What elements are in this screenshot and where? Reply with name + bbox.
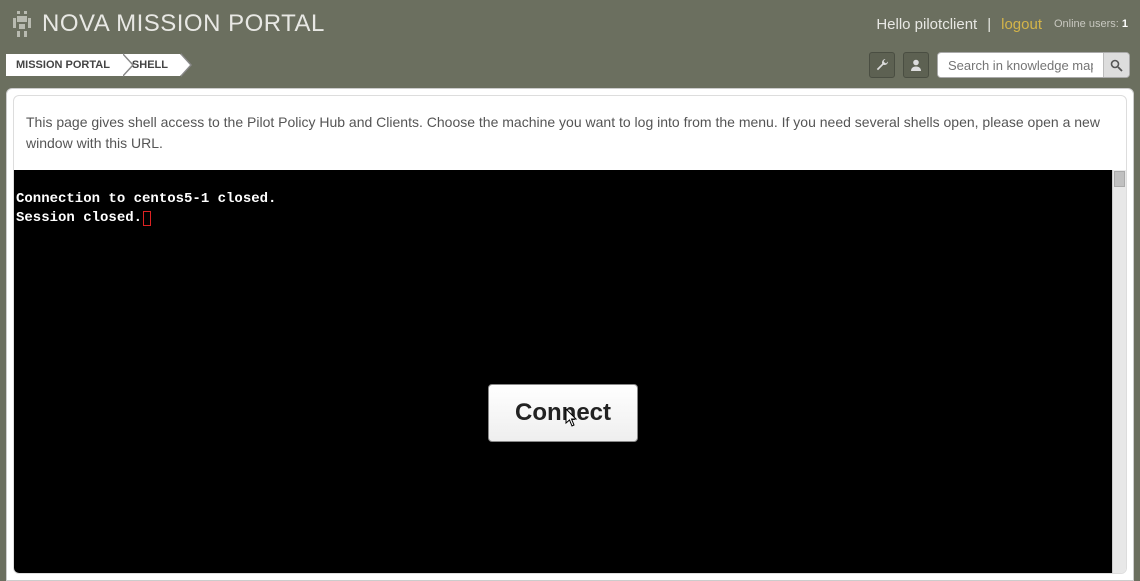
search-button[interactable] — [1103, 52, 1129, 78]
search-icon — [1110, 59, 1123, 72]
greeting-text: Hello pilotclient — [876, 16, 977, 33]
header: NOVA MISSION PORTAL Hello pilotclient | … — [0, 0, 1140, 48]
terminal-text: Session closed. — [16, 210, 142, 226]
logout-link[interactable]: logout — [1001, 16, 1042, 33]
user-button[interactable] — [903, 52, 929, 78]
header-left: NOVA MISSION PORTAL — [12, 10, 325, 38]
terminal-line: Session closed. — [16, 209, 1110, 228]
content-inner: This page gives shell access to the Pilo… — [13, 95, 1127, 574]
scroll-thumb[interactable] — [1114, 171, 1125, 187]
terminal-wrap: Connection to centos5-1 closed.Session c… — [14, 170, 1126, 573]
header-right: Hello pilotclient | logout Online users:… — [876, 16, 1128, 33]
user-icon — [909, 58, 923, 72]
app-title: NOVA MISSION PORTAL — [42, 10, 325, 38]
terminal-scrollbar[interactable] — [1112, 170, 1126, 573]
toolbar-right — [869, 52, 1130, 78]
search-input[interactable] — [938, 54, 1103, 77]
wrench-button[interactable] — [869, 52, 895, 78]
breadcrumb-mission-portal[interactable]: MISSION PORTAL — [6, 54, 122, 76]
terminal-cursor — [143, 211, 151, 226]
logo-icon — [12, 11, 32, 37]
separator: | — [987, 16, 991, 33]
content-wrap: This page gives shell access to the Pilo… — [6, 88, 1134, 581]
search-wrap — [937, 52, 1130, 78]
breadcrumb: MISSION PORTAL SHELL — [6, 54, 180, 76]
page-description: This page gives shell access to the Pilo… — [14, 96, 1126, 170]
terminal[interactable]: Connection to centos5-1 closed.Session c… — [14, 170, 1112, 573]
terminal-line: Connection to centos5-1 closed. — [16, 190, 1110, 209]
online-users: Online users: 1 — [1054, 18, 1128, 30]
connect-button[interactable]: Connect — [488, 384, 638, 442]
wrench-icon — [875, 58, 889, 72]
online-count: 1 — [1122, 18, 1128, 30]
toolbar: MISSION PORTAL SHELL — [0, 48, 1140, 88]
online-label: Online users: — [1054, 18, 1119, 30]
